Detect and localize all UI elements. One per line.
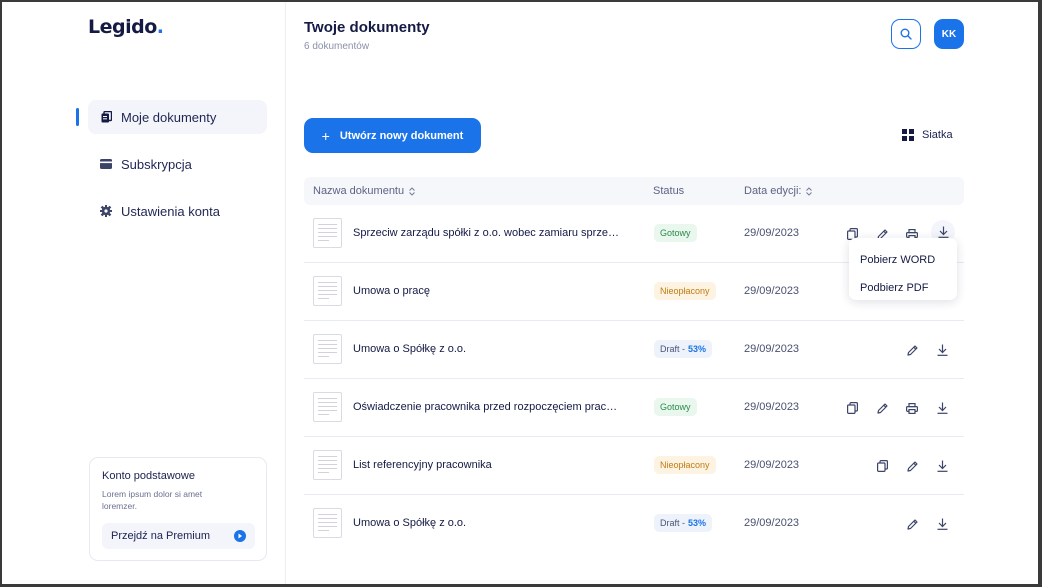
edit-date: 29/09/2023 — [744, 343, 800, 355]
plus-icon: + — [321, 127, 330, 144]
search-button[interactable] — [891, 19, 921, 49]
logo[interactable]: Legido. — [88, 16, 164, 38]
edit-date: 29/09/2023 — [744, 459, 800, 471]
sidebar-item-label: Moje dokumenty — [121, 109, 217, 125]
column-status-header: Status — [653, 185, 685, 197]
document-thumbnail — [313, 392, 342, 422]
download-icon — [937, 344, 947, 356]
edit-date: 29/09/2023 — [744, 401, 800, 413]
edit-button[interactable] — [902, 340, 922, 360]
grid-view-label: Siatka — [922, 129, 953, 141]
page-title: Twoje dokumenty — [304, 19, 430, 36]
copy-button[interactable] — [842, 398, 862, 418]
pencil-icon — [906, 344, 918, 356]
download-button[interactable] — [932, 340, 952, 360]
sort-icon — [806, 186, 813, 196]
document-thumbnail — [313, 334, 342, 364]
copy-icon — [846, 402, 858, 414]
upgrade-premium-button[interactable]: Przejdź na Premium — [102, 523, 255, 549]
download-button[interactable] — [932, 398, 952, 418]
play-icon — [234, 530, 246, 542]
document-name[interactable]: List referencyjny pracownika — [353, 459, 492, 471]
plan-card: Konto podstawowe Lorem ipsum dolor si am… — [89, 457, 267, 561]
main-content: Twoje dokumenty 6 dokumentów KK + Utwórz… — [287, 2, 1038, 584]
document-name[interactable]: Sprzeciw zarządu spółki z o.o. wobec zam… — [353, 227, 619, 239]
document-name[interactable]: Oświadczenie pracownika przed rozpoczęci… — [353, 401, 617, 413]
download-icon — [938, 226, 948, 238]
table-row[interactable]: Umowa o Spółkę z o.o. Draft -53% 29/09/2… — [304, 321, 964, 379]
sidebar-item-label: Ustawienia konta — [121, 203, 220, 219]
edit-button[interactable] — [902, 514, 922, 534]
app-window: Legido. Moje dokumenty Subskrypcja Ustaw… — [2, 2, 1038, 584]
create-document-label: Utwórz nowy dokument — [339, 129, 464, 142]
document-thumbnail — [313, 450, 342, 480]
sidebar: Legido. Moje dokumenty Subskrypcja Ustaw… — [2, 2, 286, 584]
table-row[interactable]: Oświadczenie pracownika przed rozpoczęci… — [304, 379, 964, 437]
document-thumbnail — [313, 276, 342, 306]
download-button[interactable] — [932, 456, 952, 476]
table-row[interactable]: Umowa o Spółkę z o.o. Draft -53% 29/09/2… — [304, 495, 964, 553]
download-icon — [937, 460, 947, 472]
status-badge: Gotowy — [654, 224, 697, 242]
download-word-option[interactable]: Pobierz WORD — [849, 246, 957, 274]
printer-icon — [906, 402, 918, 414]
sidebar-item-label: Subskrypcja — [121, 156, 192, 172]
document-thumbnail — [313, 218, 342, 248]
download-icon — [937, 518, 947, 530]
pencil-icon — [906, 518, 918, 530]
plan-title: Konto podstawowe — [102, 470, 195, 482]
table-header: Nazwa dokumentu Status Data edycji: — [304, 177, 964, 205]
document-name[interactable]: Umowa o Spółkę z o.o. — [353, 343, 466, 355]
download-menu: Pobierz WORD Podbierz PDF — [849, 238, 957, 300]
pencil-icon — [906, 460, 918, 472]
gear-icon — [100, 205, 112, 217]
avatar[interactable]: KK — [934, 19, 964, 49]
edit-date: 29/09/2023 — [744, 227, 800, 239]
status-badge: Draft -53% — [654, 340, 713, 358]
wallet-icon — [100, 158, 112, 170]
download-button[interactable] — [932, 514, 952, 534]
print-button[interactable] — [902, 398, 922, 418]
status-badge: Draft -53% — [654, 514, 713, 532]
draft-progress: 53% — [688, 344, 707, 354]
column-date-header[interactable]: Data edycji: — [744, 185, 813, 197]
grid-view-toggle[interactable]: Siatka — [902, 129, 953, 141]
edit-date: 29/09/2023 — [744, 285, 800, 297]
copy-icon — [876, 460, 888, 472]
sidebar-item-moje-dokumenty[interactable]: Moje dokumenty — [88, 100, 267, 134]
copy-button[interactable] — [872, 456, 892, 476]
document-name[interactable]: Umowa o pracę — [353, 285, 430, 297]
sidebar-item-subskrypcja[interactable]: Subskrypcja — [88, 147, 267, 181]
plan-description: Lorem ipsum dolor si amet loremzer. — [102, 489, 203, 511]
status-badge: Nieopłacony — [654, 456, 716, 474]
search-icon — [900, 28, 912, 40]
create-document-button[interactable]: + Utwórz nowy dokument — [304, 118, 481, 153]
sidebar-item-ustawienia-konta[interactable]: Ustawienia konta — [88, 194, 267, 228]
edit-button[interactable] — [902, 456, 922, 476]
pencil-icon — [876, 402, 888, 414]
status-badge: Gotowy — [654, 398, 697, 416]
upgrade-premium-label: Przejdź na Premium — [111, 530, 211, 542]
draft-progress: 53% — [688, 518, 707, 528]
column-name-header[interactable]: Nazwa dokumentu — [313, 185, 415, 197]
documents-icon — [100, 111, 112, 123]
edit-date: 29/09/2023 — [744, 517, 800, 529]
download-icon — [937, 402, 947, 414]
document-count: 6 dokumentów — [304, 41, 370, 52]
sort-icon — [409, 186, 415, 196]
grid-icon — [902, 129, 914, 141]
sidebar-nav: Moje dokumenty Subskrypcja Ustawienia ko… — [88, 100, 267, 241]
document-thumbnail — [313, 508, 342, 538]
table-row[interactable]: List referencyjny pracownika Nieopłacony… — [304, 437, 964, 495]
document-name[interactable]: Umowa o Spółkę z o.o. — [353, 517, 466, 529]
status-badge: Nieopłacony — [654, 282, 716, 300]
edit-button[interactable] — [872, 398, 892, 418]
active-nav-indicator — [76, 108, 79, 126]
download-pdf-option[interactable]: Podbierz PDF — [849, 274, 957, 302]
